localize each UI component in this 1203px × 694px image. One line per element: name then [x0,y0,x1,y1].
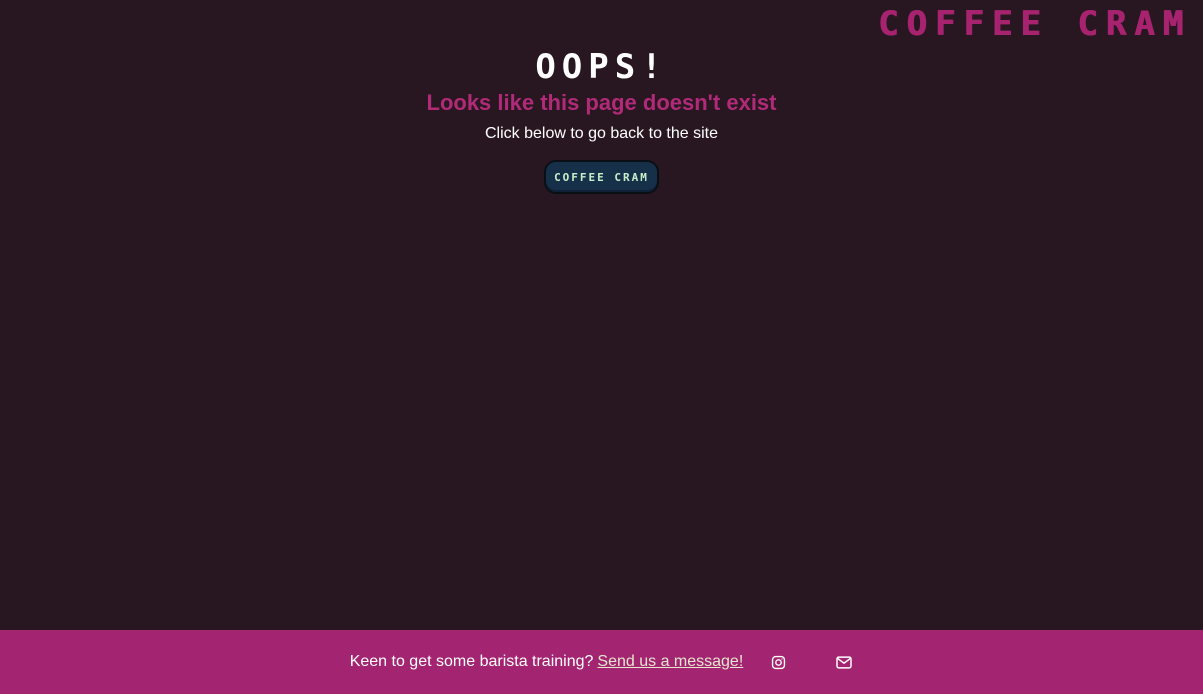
helper-text: Click below to go back to the site [484,125,718,142]
contact-link[interactable]: Send us a message! [597,653,743,671]
footer-text: Keen to get some barista training? [349,653,594,670]
home-button[interactable]: COFFEE CRAM [544,160,659,194]
brand-logo[interactable]: COFFEE CRAM [878,4,1191,44]
instagram-icon[interactable] [769,653,787,671]
error-content: OOPS! Looks like this page doesn't exist… [0,44,1203,194]
footer: Keen to get some barista training? Send … [0,630,1203,694]
error-heading: OOPS! [535,47,668,87]
page: COFFEE CRAM OOPS! Looks like this page d… [0,0,1203,694]
mail-icon[interactable] [835,653,853,671]
error-subtitle: Looks like this page doesn't exist [426,90,777,115]
